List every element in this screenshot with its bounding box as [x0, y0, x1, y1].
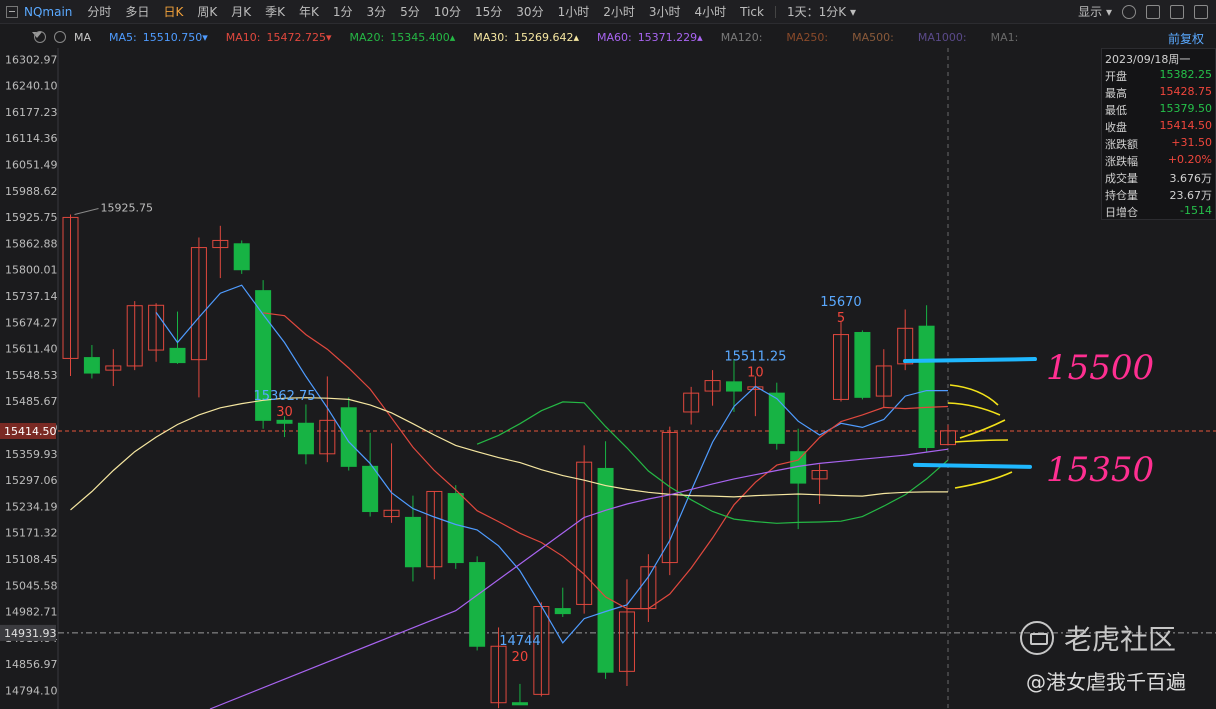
- y-tick-label: 15548.53: [5, 369, 58, 382]
- candle-body: [469, 562, 486, 647]
- peak-count-label: 5: [837, 311, 845, 326]
- y-tick-label: 15737.14: [5, 290, 58, 303]
- ma60-tail: [209, 516, 585, 709]
- y-tick-label: 15359.93: [5, 448, 58, 461]
- drawn-projection-stroke: [959, 419, 1006, 439]
- y-tick-label: 15108.45: [5, 553, 58, 566]
- candlestick-chart[interactable]: 16302.97 16240.10 16177.23 16114.36 16051.49…: [0, 0, 1216, 709]
- drawn-projection-stroke: [954, 439, 1009, 443]
- handwritten-price-note: 15500: [1046, 348, 1154, 388]
- y-tick-label: 16240.10: [5, 80, 58, 93]
- drawn-resistance-line: [903, 357, 1037, 364]
- y-tick-label: 16177.23: [5, 106, 58, 119]
- candle-body: [276, 419, 293, 424]
- candle-body: [447, 493, 464, 564]
- candle-body: [725, 381, 742, 392]
- y-tick-label: 14794.10: [5, 685, 58, 698]
- candle-body: [83, 357, 100, 374]
- peak-price-label: 14744: [499, 634, 540, 649]
- y-tick-label: 15988.62: [5, 185, 58, 198]
- y-tick-label: 15045.58: [5, 579, 58, 592]
- y-tick-label: 15800.01: [5, 264, 58, 277]
- candle-body: [768, 392, 785, 444]
- peak-price-label: 15511.25: [724, 349, 786, 364]
- candle-body: [854, 331, 871, 398]
- candle-body: [297, 422, 314, 455]
- y-tick-label: 15485.67: [5, 395, 58, 408]
- ma-line-ma30: [70, 397, 948, 511]
- y-tick-label: 16051.49: [5, 159, 58, 172]
- drawn-support-line: [913, 462, 1032, 469]
- cursor-price-label: 14931.93: [4, 627, 57, 640]
- y-tick-label: 16302.97: [5, 53, 58, 66]
- ohlc-info-panel: 2023/09/18周一 开盘 15382.25 最高 15428.75 最低 15379…: [1101, 48, 1216, 220]
- candle-body: [362, 465, 379, 513]
- high-marker-label: 15925.75: [101, 202, 154, 215]
- y-tick-label: 14982.71: [5, 606, 58, 619]
- y-tick-label: 15297.06: [5, 474, 58, 487]
- tiger-logo-icon: [1020, 621, 1054, 655]
- info-row: 日增仓 -1514: [1105, 204, 1212, 219]
- y-tick-label: 16114.36: [5, 132, 58, 145]
- info-row: 成交量 3.676万: [1105, 172, 1212, 185]
- handwritten-price-note: 15350: [1046, 450, 1154, 490]
- candle-body: [918, 325, 935, 449]
- peak-count-label: 20: [512, 650, 529, 665]
- y-tick-label: 15862.88: [5, 237, 58, 250]
- watermark-author: @港女虐我千百遍: [1026, 670, 1186, 694]
- candle-body: [597, 467, 614, 673]
- high-marker-line: [74, 208, 99, 215]
- candle-body: [554, 608, 571, 615]
- watermark-brand: 老虎社区: [1020, 618, 1176, 658]
- info-row: 涨跌幅 +0.20%: [1105, 153, 1212, 168]
- info-row: 最低 15379.50: [1105, 102, 1212, 117]
- info-date: 2023/09/18周一: [1105, 53, 1191, 66]
- candle-body: [511, 702, 528, 706]
- y-tick-label: 15611.40: [5, 343, 58, 356]
- info-row: 持仓量 23.67万: [1105, 189, 1212, 202]
- peak-count-label: 30: [276, 405, 293, 420]
- peak-price-label: 15362.75: [254, 389, 316, 404]
- candle-body: [340, 407, 357, 467]
- y-tick-label: 15925.75: [5, 211, 58, 224]
- ma-line-ma20: [476, 401, 949, 524]
- peak-count-label: 10: [747, 365, 764, 380]
- info-row: 最高 15428.75: [1105, 85, 1212, 100]
- candle-body: [233, 243, 250, 271]
- candle-body: [404, 516, 421, 568]
- info-row: 收盘 15414.50: [1105, 119, 1212, 134]
- info-row: 涨跌额 +31.50: [1105, 136, 1212, 151]
- y-tick-label: 15171.32: [5, 527, 58, 540]
- y-tick-label: 14856.97: [5, 658, 58, 671]
- y-tick-label: 15234.19: [5, 500, 58, 513]
- peak-price-label: 15670: [820, 295, 861, 310]
- ma-line-ma5: [155, 284, 948, 644]
- ma-line-ma60: [584, 448, 949, 518]
- info-row: 开盘 15382.25: [1105, 68, 1212, 83]
- drawn-projection-stroke: [949, 384, 999, 406]
- drawn-projection-stroke: [947, 402, 1001, 416]
- current-price-label: 15414.50: [4, 425, 57, 438]
- candle-body: [169, 347, 186, 364]
- drawn-projection-stroke: [954, 471, 1013, 489]
- y-tick-label: 15674.27: [5, 316, 58, 329]
